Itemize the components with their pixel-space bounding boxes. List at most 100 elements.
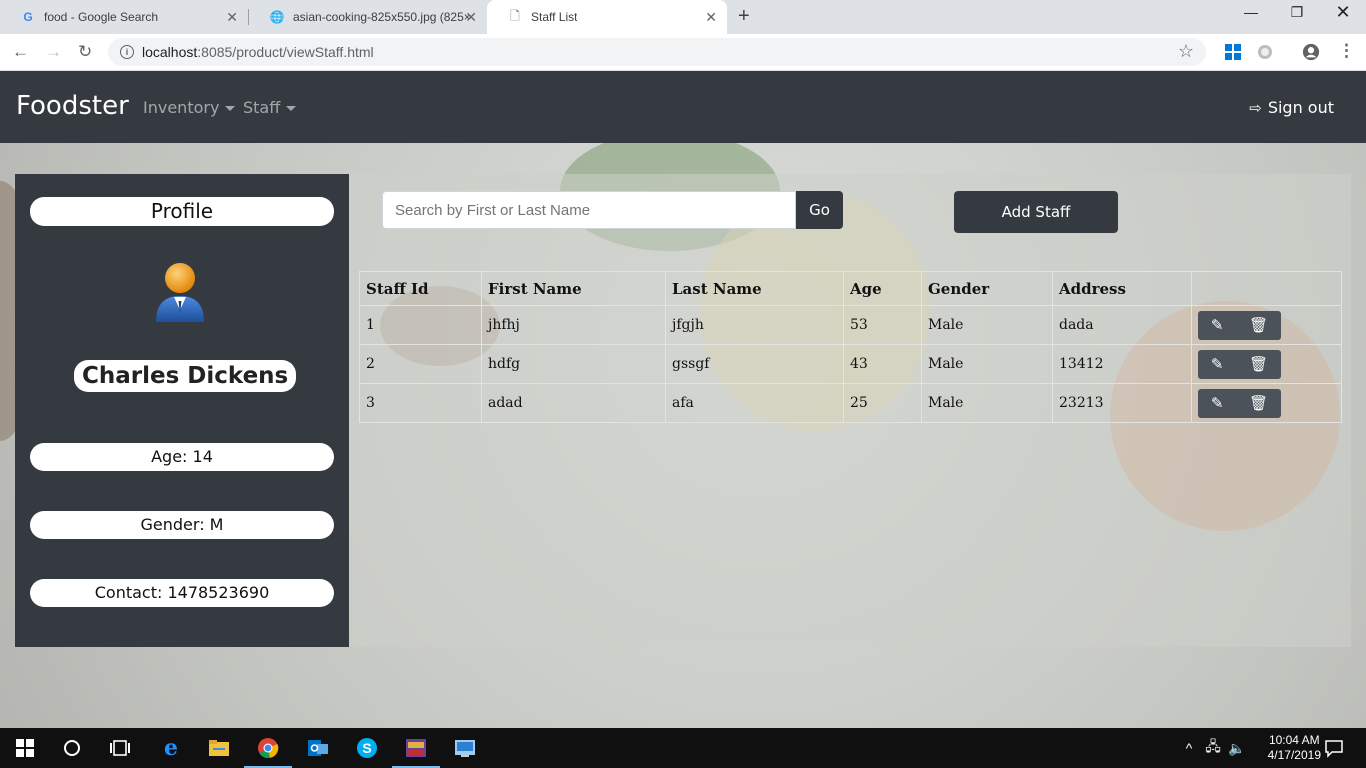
- cell-first-name: adad: [481, 383, 666, 423]
- page-content: Foodster Inventory Staff ⇨ Sign out Profi…: [0, 71, 1366, 728]
- table-row: 2 hdfg gssgf 43 Male 13412 ✎ 🗑: [359, 344, 1342, 384]
- caret-down-icon: [225, 106, 236, 111]
- profile-gender: Gender: M: [30, 511, 334, 539]
- profile-heading: Profile: [30, 197, 334, 226]
- nav-staff-dropdown[interactable]: Staff: [243, 98, 297, 117]
- edit-icon[interactable]: ✎: [1211, 316, 1224, 334]
- cell-gender: Male: [921, 383, 1053, 423]
- cell-gender: Male: [921, 344, 1053, 384]
- cell-address: 23213: [1052, 383, 1192, 423]
- cell-first-name: hdfg: [481, 344, 666, 384]
- delete-trash-icon[interactable]: 🗑: [1249, 394, 1268, 412]
- reload-icon[interactable]: ↻: [78, 42, 92, 62]
- top-navbar: Foodster Inventory Staff ⇨ Sign out: [0, 71, 1366, 143]
- action-center-icon[interactable]: [1322, 736, 1346, 760]
- windows-start-icon[interactable]: [13, 736, 37, 760]
- clock-date: 4/17/2019: [1267, 748, 1321, 762]
- account-icon[interactable]: [1302, 43, 1320, 61]
- network-icon[interactable]: 🖧: [1201, 736, 1225, 760]
- game-app-icon[interactable]: [404, 736, 428, 760]
- header-last-name: Last Name: [665, 271, 844, 306]
- edit-icon[interactable]: ✎: [1211, 394, 1224, 412]
- system-clock[interactable]: 10:04 AM 4/17/2019: [1268, 733, 1321, 763]
- page-icon: 🗋: [510, 8, 520, 23]
- profile-age: Age: 14: [30, 443, 334, 471]
- header-address: Address: [1052, 271, 1192, 306]
- edit-icon[interactable]: ✎: [1211, 355, 1224, 373]
- new-tab-icon[interactable]: +: [738, 5, 750, 28]
- volume-icon[interactable]: 🔈: [1225, 736, 1249, 760]
- delete-trash-icon[interactable]: 🗑: [1249, 355, 1268, 373]
- file-explorer-icon[interactable]: [207, 736, 231, 760]
- row-action-group: ✎ 🗑: [1198, 310, 1281, 340]
- table-row: 1 jhfhj jfgjh 53 Male dada ✎ 🗑: [359, 305, 1342, 345]
- add-staff-button[interactable]: Add Staff: [954, 191, 1118, 233]
- profile-sidebar: Profile Charles Dickens Age: 14 Gender: …: [15, 174, 349, 647]
- caret-down-icon: [286, 106, 297, 111]
- close-icon[interactable]: ✕: [465, 9, 477, 26]
- nav-inventory-dropdown[interactable]: Inventory: [143, 98, 236, 117]
- address-bar[interactable]: i localhost:8085/product/viewStaff.html …: [108, 38, 1206, 66]
- task-view-icon[interactable]: [108, 736, 132, 760]
- row-action-group: ✎ 🗑: [1198, 388, 1281, 418]
- nav-inventory-label: Inventory: [143, 98, 220, 117]
- browser-tabstrip: G food - Google Search ✕ 🌐 asian-cooking…: [0, 0, 1366, 34]
- cortana-search-icon[interactable]: [60, 736, 84, 760]
- skype-icon[interactable]: S: [355, 736, 379, 760]
- window-close-icon[interactable]: ✕: [1320, 2, 1366, 23]
- cell-last-name: jfgjh: [665, 305, 844, 345]
- cell-last-name: afa: [665, 383, 844, 423]
- sign-out-icon: ⇨: [1249, 98, 1262, 117]
- windows-extension-icon[interactable]: [1224, 43, 1242, 61]
- edge-browser-icon[interactable]: e: [159, 735, 183, 761]
- svg-text:S: S: [362, 740, 371, 756]
- forward-icon[interactable]: →: [45, 42, 62, 62]
- staff-list-panel: Go Add Staff Staff Id First Name Last Na…: [349, 174, 1351, 647]
- search-input[interactable]: [382, 191, 796, 229]
- control-panel-icon[interactable]: [453, 736, 477, 760]
- cell-address: 13412: [1052, 344, 1192, 384]
- bookmark-star-icon[interactable]: ☆: [1178, 41, 1194, 62]
- cell-staff-id: 1: [359, 305, 482, 345]
- profile-name: Charles Dickens: [74, 360, 297, 392]
- tab-staff-list[interactable]: 🗋 Staff List ✕: [487, 0, 727, 34]
- restore-icon[interactable]: ❐: [1274, 4, 1320, 21]
- back-icon[interactable]: ←: [12, 42, 29, 62]
- nav-staff-label: Staff: [243, 98, 281, 117]
- cell-actions: ✎ 🗑: [1191, 305, 1342, 345]
- go-button[interactable]: Go: [796, 191, 843, 229]
- tray-chevron-up-icon[interactable]: ^: [1177, 736, 1201, 760]
- minimize-icon[interactable]: —: [1228, 4, 1274, 20]
- url-path: :8085/product/viewStaff.html: [197, 44, 374, 60]
- outlook-icon[interactable]: [306, 736, 330, 760]
- user-avatar-icon: [156, 263, 204, 322]
- tab-google-search[interactable]: G food - Google Search ✕: [0, 0, 248, 34]
- brand-logo[interactable]: Foodster: [16, 91, 129, 121]
- staff-table: Staff Id First Name Last Name Age Gender…: [359, 271, 1342, 423]
- sign-out-label: Sign out: [1267, 98, 1334, 117]
- sign-out-link[interactable]: ⇨ Sign out: [1249, 98, 1334, 117]
- table-header-row: Staff Id First Name Last Name Age Gender…: [359, 271, 1342, 306]
- delete-trash-icon[interactable]: 🗑: [1249, 316, 1268, 334]
- menu-kebab-icon[interactable]: ⋮: [1338, 41, 1355, 61]
- table-row: 3 adad afa 25 Male 23213 ✎ 🗑: [359, 383, 1342, 423]
- extension-icon[interactable]: [1256, 43, 1274, 61]
- close-icon[interactable]: ✕: [705, 9, 717, 26]
- tab-image[interactable]: 🌐 asian-cooking-825x550.jpg (825× ✕: [249, 0, 487, 34]
- cell-last-name: gssgf: [665, 344, 844, 384]
- cell-address: dada: [1052, 305, 1192, 345]
- info-icon[interactable]: i: [120, 45, 134, 59]
- google-icon: G: [23, 10, 33, 24]
- tab-title: Staff List: [531, 10, 578, 24]
- close-icon[interactable]: ✕: [226, 9, 238, 26]
- cell-gender: Male: [921, 305, 1053, 345]
- cell-age: 53: [843, 305, 922, 345]
- cell-age: 25: [843, 383, 922, 423]
- profile-contact: Contact: 1478523690: [30, 579, 334, 607]
- header-first-name: First Name: [481, 271, 666, 306]
- cell-actions: ✎ 🗑: [1191, 383, 1342, 423]
- header-staff-id: Staff Id: [359, 271, 482, 306]
- chrome-icon[interactable]: [256, 736, 280, 760]
- cell-first-name: jhfhj: [481, 305, 666, 345]
- browser-toolbar: ← → ↻ i localhost:8085/product/viewStaff…: [0, 34, 1366, 71]
